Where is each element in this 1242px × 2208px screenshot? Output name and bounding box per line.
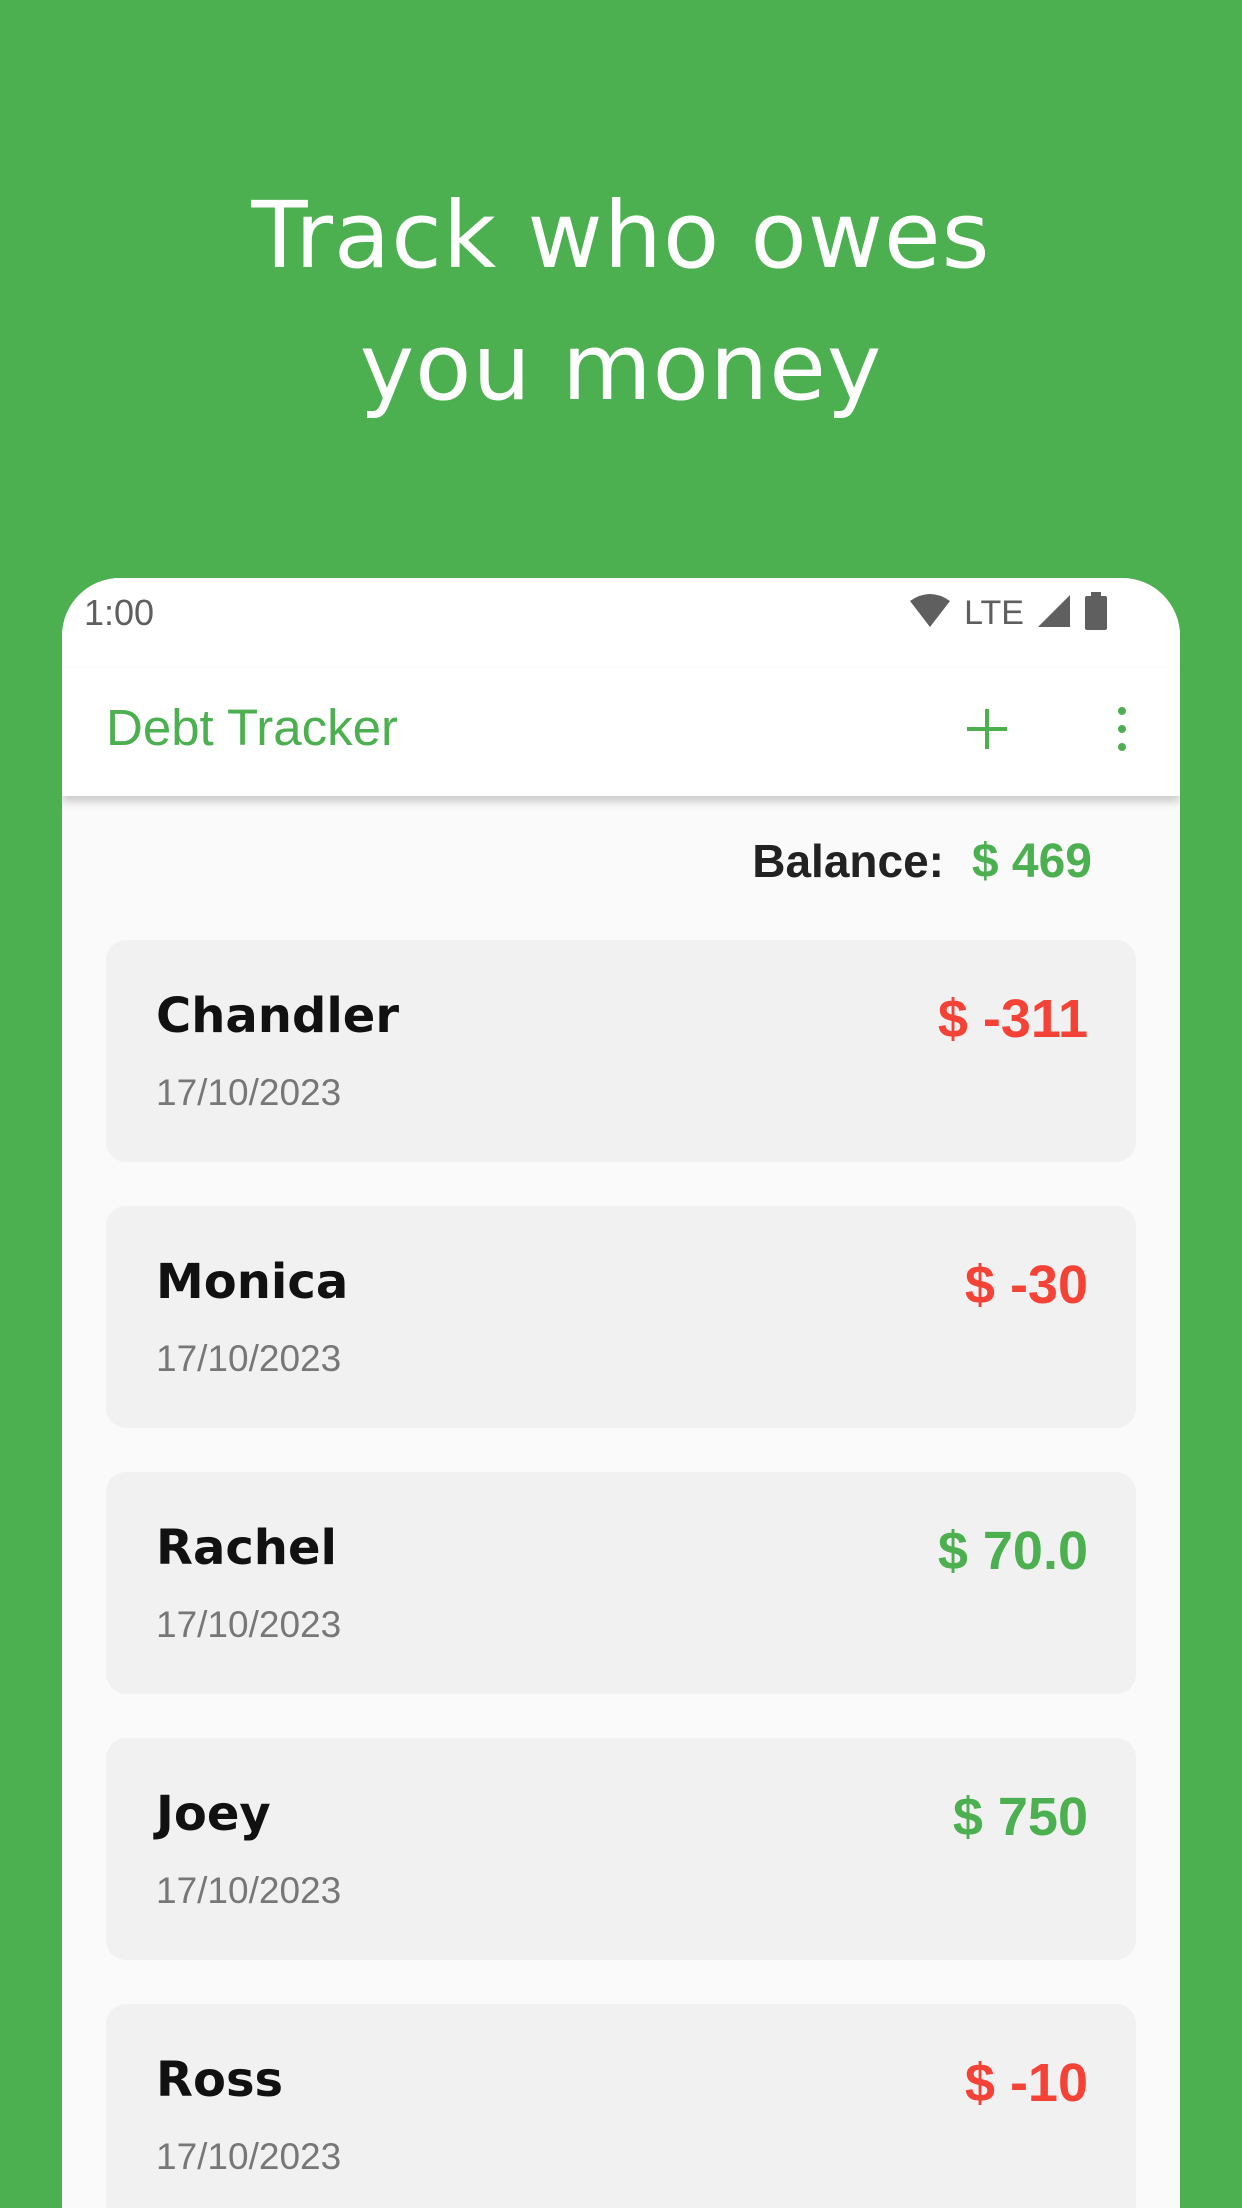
debt-amount: $ -10: [964, 2053, 1088, 2113]
promo-headline: Track who owes you money: [0, 170, 1242, 434]
overflow-menu-button[interactable]: [1092, 694, 1152, 764]
status-bar: 1:00 LTE: [62, 578, 1180, 668]
debt-list: Chandler 17/10/2023 $ -311 Monica 17/10/…: [106, 940, 1136, 2208]
wifi-icon: [908, 593, 952, 634]
debt-card[interactable]: Joey 17/10/2023 $ 750: [106, 1738, 1136, 1960]
more-vert-icon: [1118, 707, 1126, 751]
debtor-name: Chandler: [156, 988, 399, 1044]
status-icons: LTE: [908, 592, 1108, 635]
network-type: LTE: [964, 594, 1024, 632]
debt-date: 17/10/2023: [156, 1072, 342, 1113]
app-title: Debt Tracker: [106, 699, 398, 756]
debt-date: 17/10/2023: [156, 1870, 342, 1911]
add-icon: [967, 709, 1007, 749]
balance-row: Balance: $ 469: [62, 828, 1180, 898]
signal-icon: [1036, 593, 1072, 634]
debt-amount: $ -311: [937, 989, 1088, 1049]
debt-card[interactable]: Ross 17/10/2023 $ -10: [106, 2004, 1136, 2208]
headline-line-1: Track who owes: [251, 182, 991, 289]
phone-screen: 1:00 LTE Debt Tracker Balance: $ 469 Cha…: [62, 578, 1180, 2208]
debt-amount: $ 70.0: [937, 1521, 1088, 1581]
add-debt-button[interactable]: [952, 694, 1022, 764]
debtor-name: Joey: [156, 1786, 271, 1842]
status-time: 1:00: [84, 592, 155, 633]
app-bar: Debt Tracker: [62, 668, 1180, 796]
debtor-name: Rachel: [156, 1520, 337, 1576]
battery-icon: [1084, 592, 1108, 635]
debtor-name: Ross: [156, 2052, 284, 2108]
debtor-name: Monica: [156, 1254, 349, 1310]
balance-value: $ 469: [971, 835, 1092, 888]
debt-card[interactable]: Chandler 17/10/2023 $ -311: [106, 940, 1136, 1162]
debt-amount: $ 750: [952, 1787, 1088, 1847]
debt-date: 17/10/2023: [156, 2136, 342, 2177]
debt-date: 17/10/2023: [156, 1604, 342, 1645]
debt-amount: $ -30: [964, 1255, 1088, 1315]
debt-card[interactable]: Rachel 17/10/2023 $ 70.0: [106, 1472, 1136, 1694]
debt-card[interactable]: Monica 17/10/2023 $ -30: [106, 1206, 1136, 1428]
debt-date: 17/10/2023: [156, 1338, 342, 1379]
balance-label: Balance:: [752, 835, 944, 887]
headline-line-2: you money: [359, 314, 883, 421]
